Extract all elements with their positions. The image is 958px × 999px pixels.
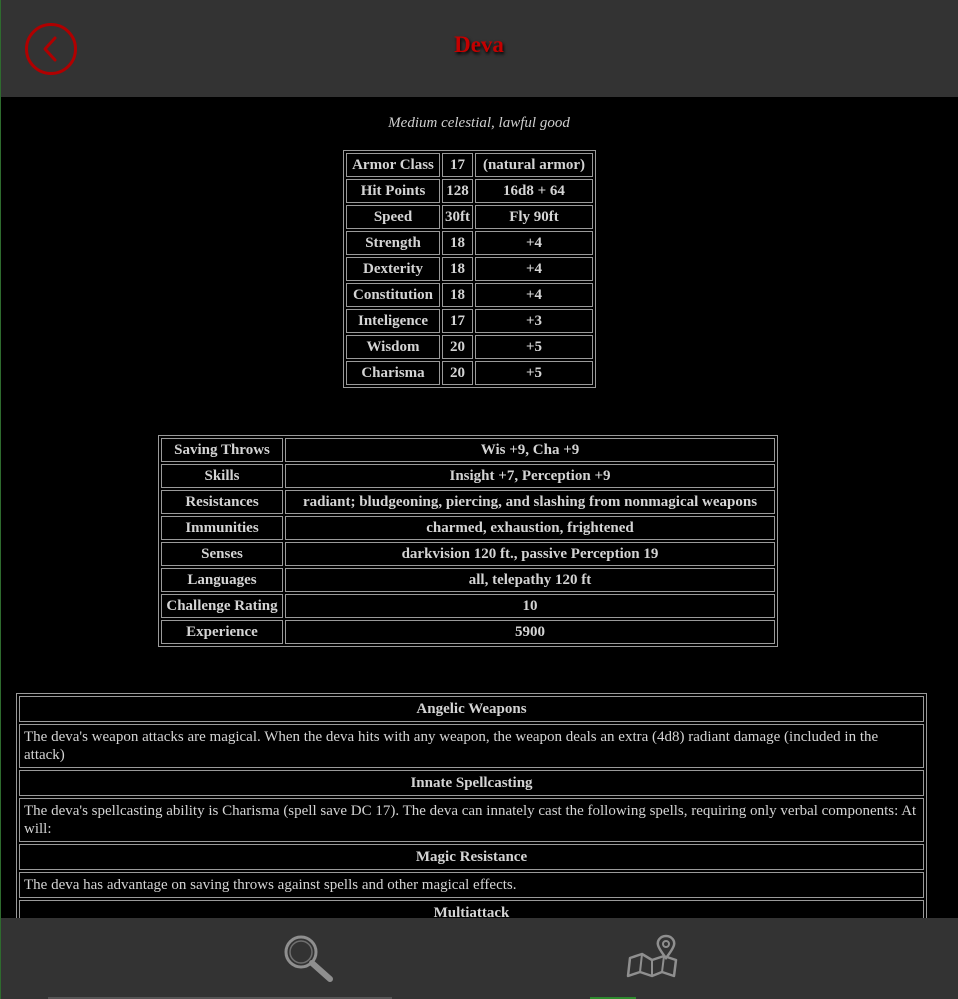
stat-extra: Fly 90ft: [475, 205, 593, 229]
stat-value: 18: [442, 231, 473, 255]
info-row: Challenge Rating 10: [161, 594, 775, 618]
info-label: Senses: [161, 542, 283, 566]
info-table: Saving Throws Wis +9, Cha +9 Skills Insight…: [158, 435, 778, 647]
stat-value: 18: [442, 257, 473, 281]
stat-label: Dexterity: [346, 257, 440, 281]
info-row: Skills Insight +7, Perception +9: [161, 464, 775, 488]
window-edge: [0, 0, 1, 999]
stat-label: Constitution: [346, 283, 440, 307]
info-label: Languages: [161, 568, 283, 592]
info-label: Immunities: [161, 516, 283, 540]
stat-row: Wisdom 20 +5: [346, 335, 593, 359]
info-value: Wis +9, Cha +9: [285, 438, 775, 462]
info-row: Senses darkvision 120 ft., passive Percep…: [161, 542, 775, 566]
info-value: darkvision 120 ft., passive Perception 1…: [285, 542, 775, 566]
stat-label: Strength: [346, 231, 440, 255]
info-row: Saving Throws Wis +9, Cha +9: [161, 438, 775, 462]
stat-value: 17: [442, 153, 473, 177]
stat-label: Hit Points: [346, 179, 440, 203]
trait-desc-row: The deva has advantage on saving throws …: [19, 872, 924, 898]
stat-row: Inteligence 17 +3: [346, 309, 593, 333]
info-label: Resistances: [161, 490, 283, 514]
stat-row: Charisma 20 +5: [346, 361, 593, 385]
stat-value: 18: [442, 283, 473, 307]
stat-extra: (natural armor): [475, 153, 593, 177]
trait-description: The deva's weapon attacks are magical. W…: [19, 724, 924, 768]
trait-title-row: Angelic Weapons: [19, 696, 924, 722]
info-label: Saving Throws: [161, 438, 283, 462]
stat-label: Inteligence: [346, 309, 440, 333]
stat-row: Strength 18 +4: [346, 231, 593, 255]
info-value: charmed, exhaustion, frightened: [285, 516, 775, 540]
stat-extra: +5: [475, 361, 593, 385]
stat-value: 20: [442, 361, 473, 385]
stat-row: Constitution 18 +4: [346, 283, 593, 307]
trait-title-row: Multiattack: [19, 900, 924, 918]
info-value: all, telepathy 120 ft: [285, 568, 775, 592]
info-value: Insight +7, Perception +9: [285, 464, 775, 488]
stat-row: Speed 30ft Fly 90ft: [346, 205, 593, 229]
trait-title-row: Innate Spellcasting: [19, 770, 924, 796]
stats-table: Armor Class 17 (natural armor) Hit Points 12…: [343, 150, 596, 388]
info-row: Resistances radiant; bludgeoning, piercin…: [161, 490, 775, 514]
trait-title: Multiattack: [19, 900, 924, 918]
info-row: Immunities charmed, exhaustion, frightene…: [161, 516, 775, 540]
stat-extra: +4: [475, 231, 593, 255]
trait-description: The deva's spellcasting ability is Chari…: [19, 798, 924, 842]
map-icon[interactable]: [626, 934, 680, 980]
traits-table: Angelic Weapons The deva's weapon attacks…: [16, 693, 927, 918]
bottom-nav: [0, 918, 958, 999]
monster-type: Medium celestial, lawful good: [388, 115, 570, 131]
info-row: Languages all, telepathy 120 ft: [161, 568, 775, 592]
info-value: 10: [285, 594, 775, 618]
trait-title: Angelic Weapons: [19, 696, 924, 722]
info-row: Experience 5900: [161, 620, 775, 644]
stat-extra: +4: [475, 283, 593, 307]
stat-row: Armor Class 17 (natural armor): [346, 153, 593, 177]
trait-description: The deva has advantage on saving throws …: [19, 872, 924, 898]
stat-row: Dexterity 18 +4: [346, 257, 593, 281]
app-header: Deva: [0, 0, 958, 97]
stat-row: Hit Points 128 16d8 + 64: [346, 179, 593, 203]
trait-title-row: Magic Resistance: [19, 844, 924, 870]
stat-value: 128: [442, 179, 473, 203]
stat-extra: +3: [475, 309, 593, 333]
info-value: radiant; bludgeoning, piercing, and slas…: [285, 490, 775, 514]
stat-label: Wisdom: [346, 335, 440, 359]
stat-extra: 16d8 + 64: [475, 179, 593, 203]
stat-label: Armor Class: [346, 153, 440, 177]
stat-label: Charisma: [346, 361, 440, 385]
info-label: Challenge Rating: [161, 594, 283, 618]
search-icon[interactable]: [279, 930, 335, 986]
info-label: Experience: [161, 620, 283, 644]
stat-extra: +4: [475, 257, 593, 281]
page-title: Deva: [454, 32, 504, 57]
trait-title: Magic Resistance: [19, 844, 924, 870]
stat-value: 17: [442, 309, 473, 333]
trait-title: Innate Spellcasting: [19, 770, 924, 796]
stat-value: 30ft: [442, 205, 473, 229]
info-label: Skills: [161, 464, 283, 488]
info-value: 5900: [285, 620, 775, 644]
stat-label: Speed: [346, 205, 440, 229]
trait-desc-row: The deva's weapon attacks are magical. W…: [19, 724, 924, 768]
stat-value: 20: [442, 335, 473, 359]
trait-desc-row: The deva's spellcasting ability is Chari…: [19, 798, 924, 842]
stat-extra: +5: [475, 335, 593, 359]
monster-details: Medium celestial, lawful good Armor Clas…: [0, 97, 958, 918]
